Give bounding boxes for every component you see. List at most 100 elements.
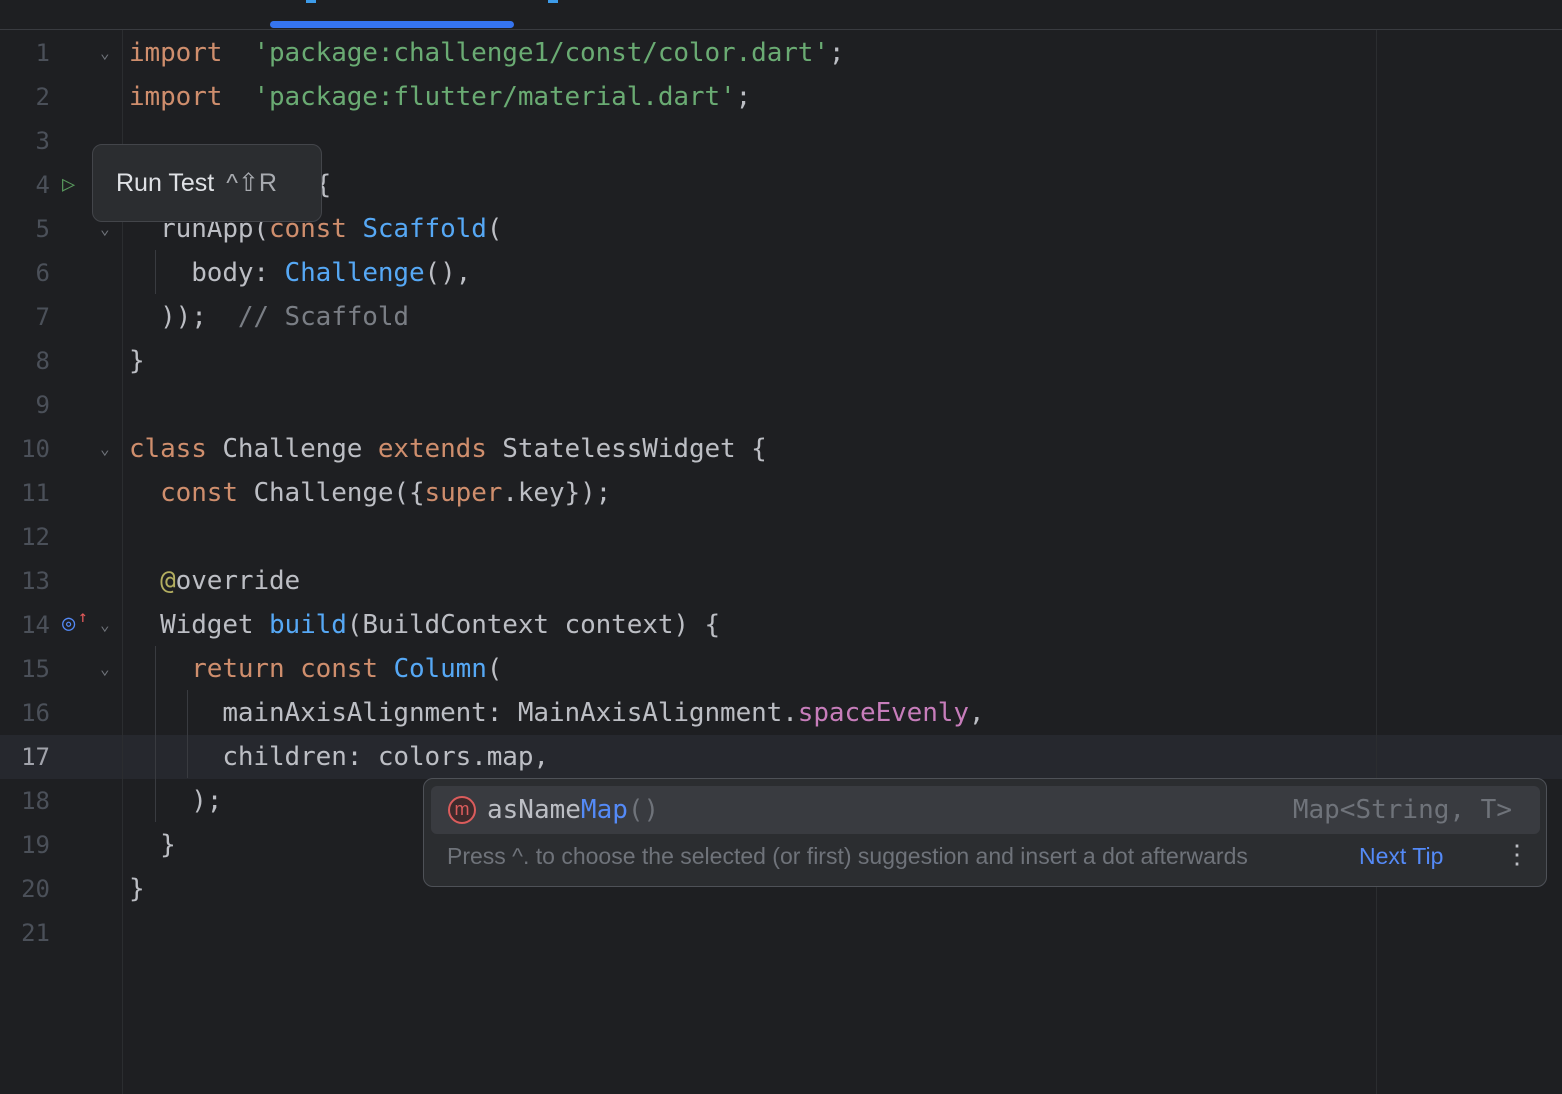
override-method-icon[interactable]: ◎ ↑ (62, 607, 88, 636)
code-line[interactable]: 10 ⌄ class Challenge extends StatelessWidg… (0, 427, 1562, 471)
tooltip-shortcut: ^⇧R (226, 169, 277, 197)
code-token: 'package:flutter/material.dart' (253, 82, 736, 112)
code-text: )); // Scaffold (129, 295, 409, 339)
line-number: 16 (21, 699, 50, 727)
code-line[interactable]: 2 import 'package:flutter/material.dart'; (0, 75, 1562, 119)
code-line[interactable]: 8} (0, 339, 1562, 383)
code-text: } (129, 867, 145, 911)
code-token: StatelessWidget { (486, 434, 767, 464)
code-token: const (300, 654, 378, 684)
line-number: 18 (21, 787, 50, 815)
code-token: super (424, 478, 503, 508)
code-text: Widget build(BuildContext context) { (129, 603, 720, 647)
line-number: 13 (21, 567, 50, 595)
completion-hint: Press ^. to choose the selected (or firs… (447, 843, 1248, 869)
code-line[interactable]: 14 ⌄ Widget build(BuildContext context) { (0, 603, 1562, 647)
run-test-icon[interactable]: ▷ (62, 172, 75, 197)
more-options-icon[interactable]: ⋮ (1504, 839, 1530, 870)
code-line[interactable]: 21 (0, 911, 1562, 955)
code-token: spaceEvenly (797, 698, 969, 728)
code-token: (BuildContext context) { (346, 610, 721, 640)
code-line[interactable]: 1 ⌄ import 'package:challenge1/const/color… (0, 31, 1562, 75)
code-token: ( (486, 214, 503, 244)
line-number: 5 (35, 215, 50, 243)
completion-item[interactable]: m asNameMap() Map<String, T> (431, 786, 1540, 834)
code-text: ); (129, 779, 222, 823)
code-token: Challenge({ (237, 478, 425, 508)
line-number: 11 (21, 479, 50, 507)
code-token: Column (393, 654, 487, 684)
line-number: 12 (21, 523, 50, 551)
code-token: ( (486, 654, 503, 684)
code-line[interactable]: 13 @override (0, 559, 1562, 603)
code-token: } (129, 830, 176, 860)
code-text: const Challenge({super.key}); (129, 471, 611, 515)
line-number: 4 (35, 171, 50, 199)
completion-return-type: Map<String, T> (1292, 795, 1512, 825)
code-token: override (175, 566, 301, 596)
code-token: const (160, 478, 238, 508)
active-tab-indicator[interactable] (270, 21, 514, 28)
line-number: 14 (21, 611, 50, 639)
tab-marker (306, 0, 316, 3)
line-number: 15 (21, 655, 50, 683)
tooltip-label: Run Test (116, 169, 215, 197)
method-icon: m (448, 796, 476, 824)
code-token: return (191, 654, 285, 684)
line-number: 7 (35, 303, 50, 331)
line-number: 17 (21, 743, 50, 771)
line-number: 21 (21, 919, 50, 947)
code-token: (), (424, 258, 472, 288)
completion-prefix: asName (487, 795, 581, 825)
code-token: ); (129, 786, 223, 816)
code-token: Scaffold (362, 214, 487, 244)
code-token: } (129, 874, 145, 904)
line-number: 19 (21, 831, 50, 859)
code-text: } (129, 339, 145, 383)
fold-chevron-icon[interactable]: ⌄ (100, 31, 110, 75)
code-text: import 'package:flutter/material.dart'; (129, 75, 751, 119)
code-text: mainAxisAlignment: MainAxisAlignment.spa… (129, 691, 984, 735)
line-number: 3 (35, 127, 50, 155)
code-text: return const Column( (129, 647, 502, 691)
code-text: body: Challenge(), (129, 251, 471, 295)
code-text: } (129, 823, 176, 867)
code-token: import (129, 82, 223, 112)
code-token: ; (735, 82, 752, 112)
fold-chevron-icon[interactable]: ⌄ (100, 603, 110, 647)
fold-chevron-icon[interactable]: ⌄ (100, 427, 110, 471)
code-line[interactable]: 9 (0, 383, 1562, 427)
editor-tab-bar (0, 0, 1562, 30)
code-token: @ (160, 566, 176, 596)
code-token: build (268, 610, 347, 640)
code-token: Challenge (284, 258, 425, 288)
code-line[interactable]: 7 )); // Scaffold (0, 295, 1562, 339)
tab-marker (548, 0, 558, 3)
code-line[interactable]: 12 (0, 515, 1562, 559)
completion-match: Map (580, 795, 628, 825)
code-line[interactable]: 17 children: colors.map, (0, 735, 1562, 779)
next-tip-link[interactable]: Next Tip (1359, 843, 1443, 870)
line-number: 10 (21, 435, 50, 463)
code-line[interactable]: 16 mainAxisAlignment: MainAxisAlignment.… (0, 691, 1562, 735)
code-line[interactable]: 15 ⌄ return const Column( (0, 647, 1562, 691)
code-text: import 'package:challenge1/const/color.d… (129, 31, 845, 75)
code-token: Challenge (206, 434, 378, 464)
line-number: 8 (35, 347, 50, 375)
code-token: extends (377, 434, 487, 464)
code-line[interactable]: 6 body: Challenge(), (0, 251, 1562, 295)
code-text: @override (129, 559, 300, 603)
fold-chevron-icon[interactable]: ⌄ (100, 647, 110, 691)
code-token: .key}); (502, 478, 612, 508)
line-number: 20 (21, 875, 50, 903)
code-token: body: (129, 258, 285, 288)
line-number: 9 (35, 391, 50, 419)
code-line[interactable]: 11 const Challenge({super.key}); (0, 471, 1562, 515)
